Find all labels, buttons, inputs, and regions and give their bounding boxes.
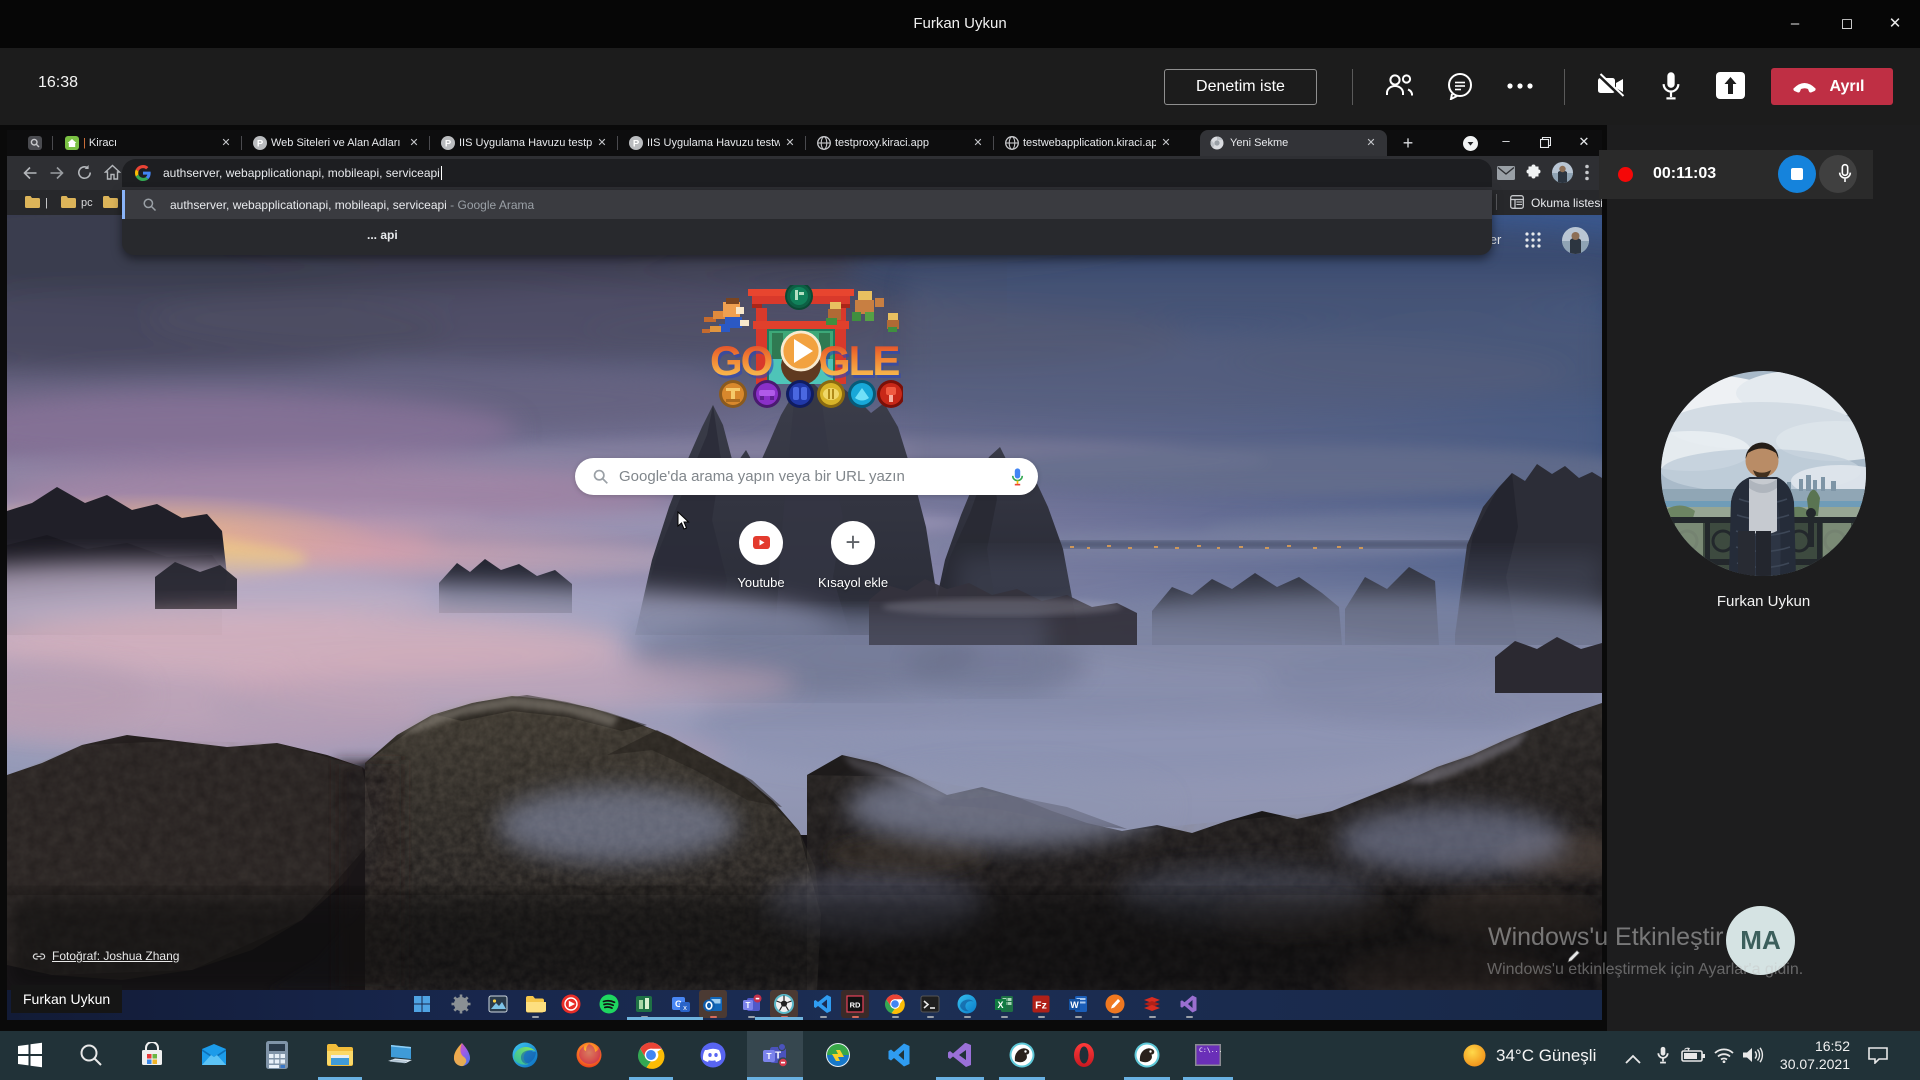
svg-text:GO: GO xyxy=(710,337,772,384)
svg-text:RD: RD xyxy=(850,1001,861,1010)
svg-text:x: x xyxy=(683,1003,687,1012)
svg-text:W: W xyxy=(1070,1000,1079,1010)
svg-text:C:\...: C:\... xyxy=(1199,1046,1222,1054)
svg-text:T: T xyxy=(766,1051,772,1061)
svg-text:P: P xyxy=(633,138,640,149)
svg-text:X: X xyxy=(997,1000,1003,1010)
svg-text:Fz: Fz xyxy=(1035,1000,1047,1012)
svg-text:P: P xyxy=(257,138,264,149)
svg-text:P: P xyxy=(445,138,452,149)
svg-text:GLE: GLE xyxy=(818,337,899,384)
svg-text:T: T xyxy=(746,1001,751,1010)
